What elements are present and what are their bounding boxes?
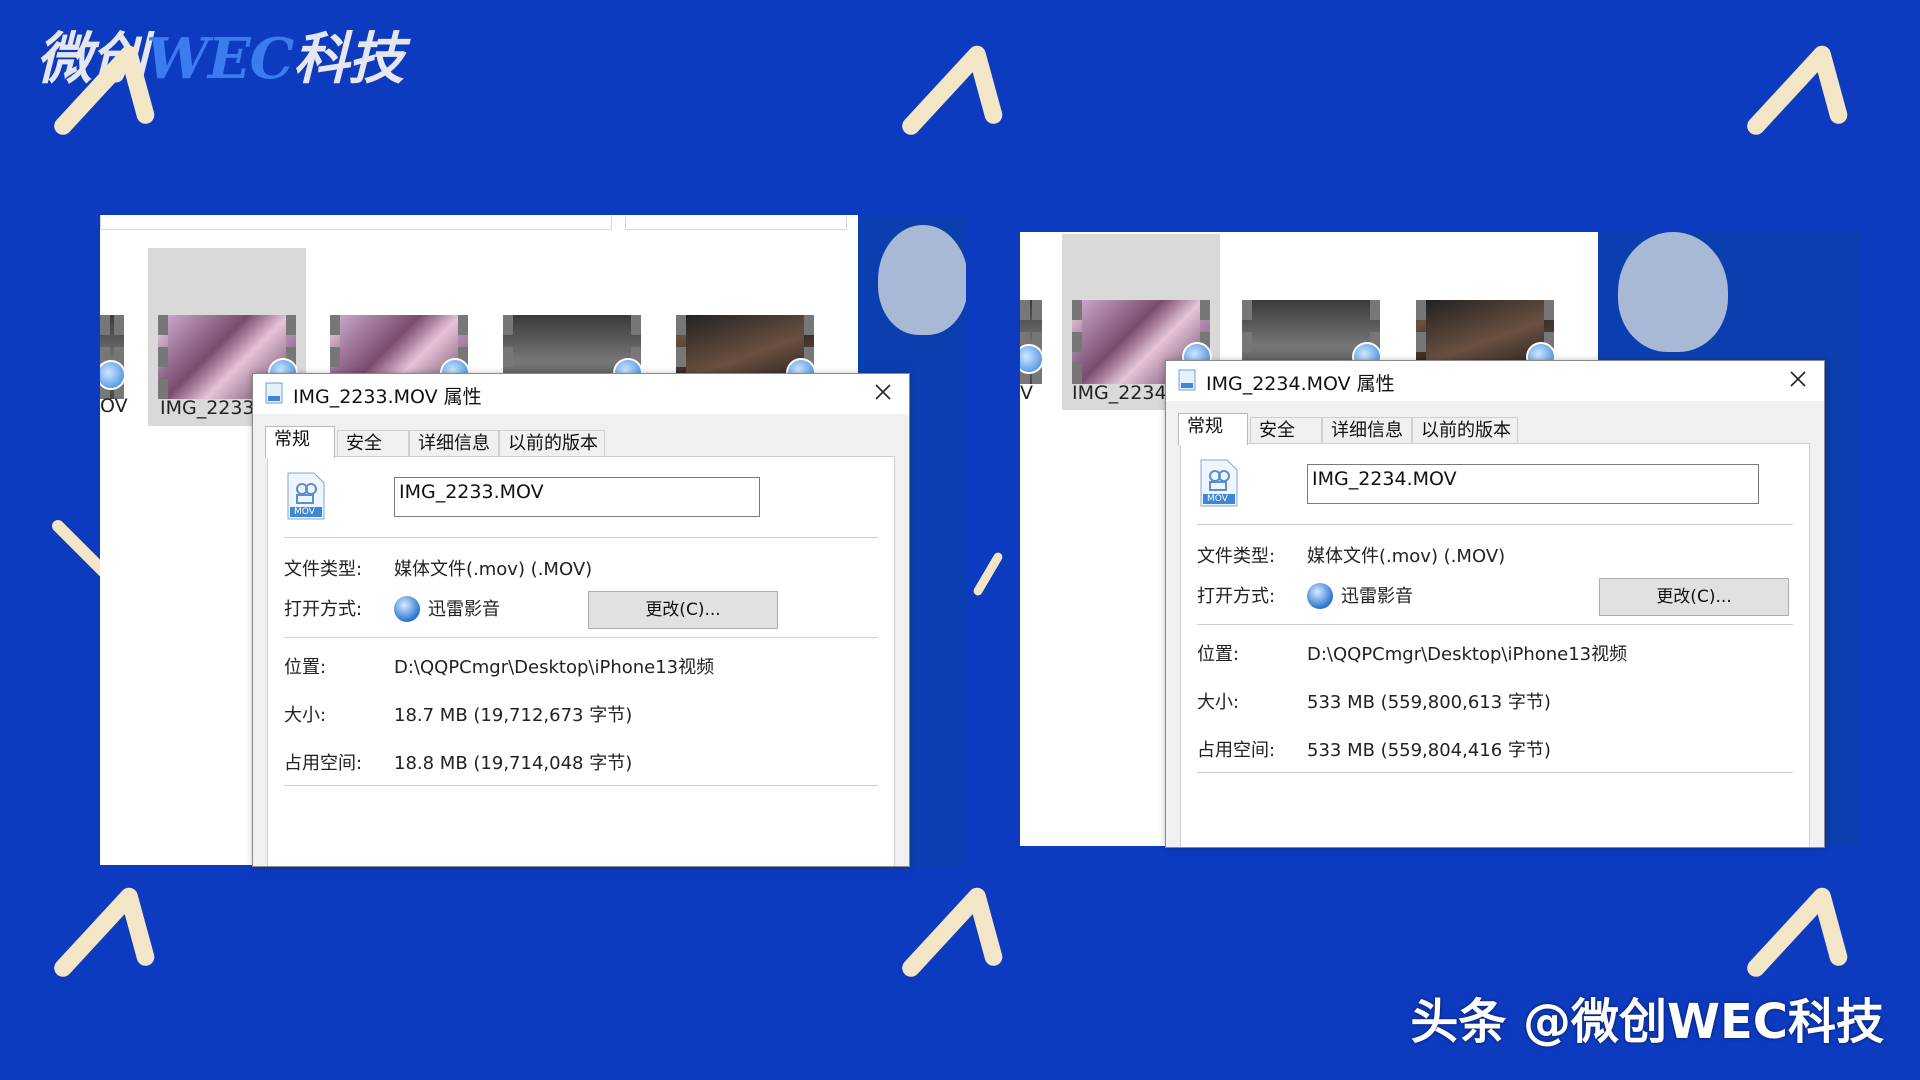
file-type-label: 文件类型: xyxy=(284,559,363,580)
open-with-app: 迅雷影音 xyxy=(428,599,500,620)
tab-previous-versions[interactable]: 以前的版本 xyxy=(499,430,605,456)
search-box[interactable] xyxy=(625,215,847,230)
filename-input[interactable]: IMG_2234.MOV xyxy=(1307,464,1759,504)
file-type-value: 媒体文件(.mov) (.MOV) xyxy=(394,559,593,580)
file-icon xyxy=(265,382,283,404)
chevron-decoration-icon xyxy=(52,38,162,148)
disk-size-label: 占用空间: xyxy=(1197,740,1276,761)
divider xyxy=(284,785,878,786)
open-with-label: 打开方式: xyxy=(1197,586,1276,607)
address-bar[interactable] xyxy=(100,215,612,230)
watermark-text: 头条 @微创WEC科技 xyxy=(1410,994,1884,1050)
change-button[interactable]: 更改(C)... xyxy=(588,591,778,629)
chevron-decoration-icon xyxy=(900,38,1010,148)
filename-input[interactable]: IMG_2233.MOV xyxy=(394,477,760,517)
properties-dialog-right: IMG_2234.MOV 属性 常规 安全 详细信息 以前的版本 MOV IMG… xyxy=(1165,360,1825,848)
apple-logo-icon xyxy=(1618,232,1728,352)
divider xyxy=(284,637,878,638)
tab-security[interactable]: 安全 xyxy=(337,430,409,456)
divider xyxy=(1197,624,1793,625)
file-icon-text: MOV xyxy=(1207,494,1228,504)
chevron-decoration-icon xyxy=(900,880,1010,990)
properties-dialog-left: IMG_2233.MOV 属性 常规 安全 详细信息 以前的版本 MOV IMG… xyxy=(252,373,910,867)
mov-file-icon: MOV xyxy=(1199,458,1239,508)
tab-security[interactable]: 安全 xyxy=(1250,417,1322,443)
file-icon-text: MOV xyxy=(294,507,315,517)
thumbnail-label: OV xyxy=(100,395,128,417)
thumbnail-label: V xyxy=(1020,382,1033,404)
location-label: 位置: xyxy=(284,657,327,678)
tab-previous-versions[interactable]: 以前的版本 xyxy=(1412,417,1518,443)
dialog-title: IMG_2233.MOV 属性 xyxy=(293,386,482,408)
change-button[interactable]: 更改(C)... xyxy=(1599,578,1789,616)
disk-size-label: 占用空间: xyxy=(284,753,363,774)
chevron-decoration-icon xyxy=(966,540,1006,610)
close-icon[interactable] xyxy=(1786,367,1810,391)
chevron-decoration-icon xyxy=(52,880,162,990)
divider xyxy=(1197,524,1793,525)
chevron-decoration-icon xyxy=(1745,880,1855,990)
tab-general[interactable]: 常规 xyxy=(1178,413,1248,445)
size-value: 18.7 MB (19,712,673 字节) xyxy=(394,705,633,726)
size-label: 大小: xyxy=(284,705,327,726)
tab-content: MOV IMG_2233.MOV 文件类型: 媒体文件(.mov) (.MOV)… xyxy=(267,456,895,866)
tab-details[interactable]: 详细信息 xyxy=(1322,417,1412,443)
tab-content: MOV IMG_2234.MOV 文件类型: 媒体文件(.mov) (.MOV)… xyxy=(1180,443,1810,847)
logo-text-3: 科技 xyxy=(293,26,404,92)
size-value: 533 MB (559,800,613 字节) xyxy=(1307,692,1551,713)
file-icon xyxy=(1178,369,1196,391)
thumbnail-label: IMG_2233. xyxy=(160,397,261,419)
size-label: 大小: xyxy=(1197,692,1240,713)
disk-size-value: 18.8 MB (19,714,048 字节) xyxy=(394,753,633,774)
disk-size-value: 533 MB (559,804,416 字节) xyxy=(1307,740,1551,761)
tab-details[interactable]: 详细信息 xyxy=(409,430,499,456)
open-with-label: 打开方式: xyxy=(284,599,363,620)
dialog-titlebar[interactable]: IMG_2234.MOV 属性 xyxy=(1166,361,1824,401)
file-type-value: 媒体文件(.mov) (.MOV) xyxy=(1307,546,1506,567)
apple-logo-icon xyxy=(878,225,966,335)
close-icon[interactable] xyxy=(871,380,895,404)
divider xyxy=(1197,772,1793,773)
location-value: D:\QQPCmgr\Desktop\iPhone13视频 xyxy=(1307,644,1628,665)
dialog-title: IMG_2234.MOV 属性 xyxy=(1206,373,1395,395)
divider xyxy=(284,537,878,538)
open-with-app: 迅雷影音 xyxy=(1341,586,1413,607)
tab-general[interactable]: 常规 xyxy=(265,426,335,458)
xunlei-player-icon xyxy=(394,596,420,622)
dialog-titlebar[interactable]: IMG_2233.MOV 属性 xyxy=(253,374,909,414)
logo-text-2: WEC xyxy=(146,26,294,92)
xunlei-player-icon xyxy=(1307,583,1333,609)
file-type-label: 文件类型: xyxy=(1197,546,1276,567)
location-value: D:\QQPCmgr\Desktop\iPhone13视频 xyxy=(394,657,715,678)
mov-file-icon: MOV xyxy=(286,471,326,521)
thumbnail-label: IMG_2234. xyxy=(1072,382,1173,404)
chevron-decoration-icon xyxy=(1745,38,1855,148)
location-label: 位置: xyxy=(1197,644,1240,665)
